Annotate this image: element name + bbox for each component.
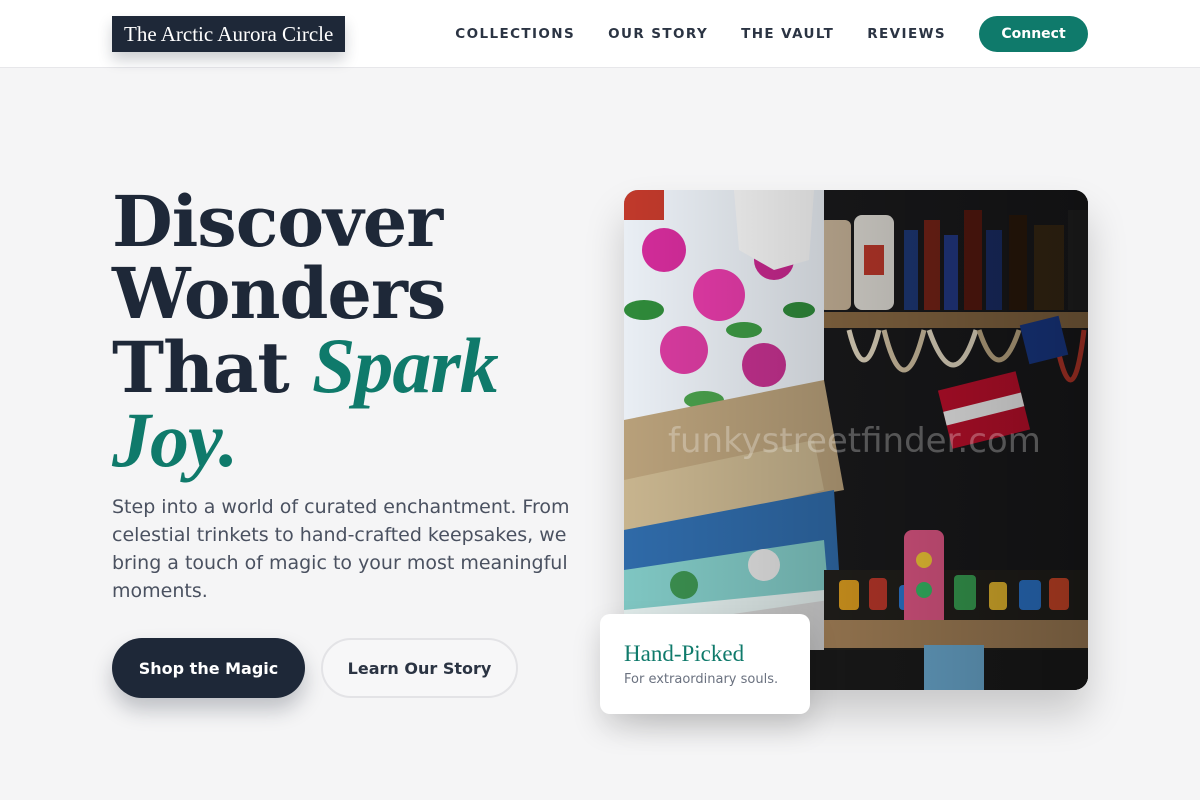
nav-link-our-story[interactable]: OUR STORY: [608, 26, 708, 42]
hand-picked-card: Hand-Picked For extraordinary souls.: [600, 614, 810, 714]
headline-line-3: That Spark: [112, 327, 499, 405]
headline-accent-spark: Spark: [312, 322, 499, 409]
hero-subtitle: Step into a world of curated enchantment…: [112, 496, 570, 602]
headline-line-1: Discover: [112, 180, 443, 263]
shop-the-magic-button[interactable]: Shop the Magic: [112, 638, 305, 698]
nav-link-collections[interactable]: COLLECTIONS: [455, 26, 575, 42]
nav-link-reviews[interactable]: REVIEWS: [867, 26, 946, 42]
headline-accent-joy: Joy.: [112, 396, 238, 483]
nav-link-the-vault[interactable]: THE VAULT: [741, 26, 834, 42]
site-header: The Arctic Aurora Circle COLLECTIONS OUR…: [0, 0, 1200, 68]
card-title: Hand-Picked: [624, 641, 745, 666]
image-watermark: funkystreetfinder.com: [668, 421, 1041, 461]
main-nav: COLLECTIONS OUR STORY THE VAULT REVIEWS …: [455, 0, 1088, 68]
site-logo[interactable]: The Arctic Aurora Circle: [112, 16, 346, 52]
learn-our-story-button[interactable]: Learn Our Story: [321, 638, 518, 698]
headline-line-2: Wonders: [112, 252, 446, 335]
hero-headline: Discover Wonders That Spark Joy.: [112, 180, 499, 479]
connect-button[interactable]: Connect: [979, 16, 1088, 52]
card-subtitle: For extraordinary souls.: [624, 672, 779, 687]
headline-line-4: Joy.: [112, 401, 498, 479]
